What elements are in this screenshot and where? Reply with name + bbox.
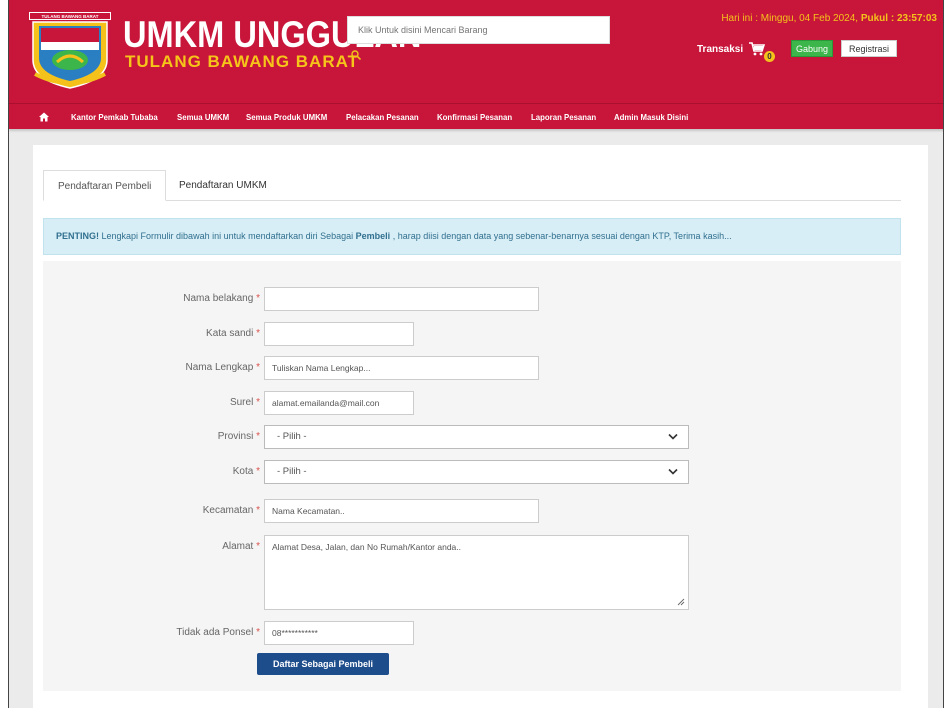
- kata-sandi-label: Kata sandi *: [206, 322, 260, 346]
- label-row-surel: Surel *: [43, 391, 260, 415]
- label-row-ponsel: Tidak ada Ponsel *: [43, 621, 260, 645]
- required-mark: *: [256, 627, 260, 638]
- nama-lengkap-label-text: Nama Lengkap: [185, 362, 254, 373]
- nama-belakang-input[interactable]: [264, 287, 539, 311]
- alamat-label: Alamat *: [222, 535, 260, 559]
- surel-input[interactable]: alamat.emailanda@mail.con: [264, 391, 414, 415]
- kota-label: Kota *: [233, 460, 260, 484]
- required-mark: *: [256, 541, 260, 552]
- tab-pendaftaran-pembeli[interactable]: Pendaftaran Pembeli: [43, 170, 167, 201]
- kecamatan-label-text: Kecamatan: [202, 505, 254, 516]
- chevron-down-icon: [668, 468, 678, 475]
- kecamatan-label: Kecamatan *: [203, 499, 260, 523]
- required-mark: *: [256, 505, 260, 516]
- label-row-kata-sandi: Kata sandi *: [43, 322, 260, 346]
- kota-selected-value: - Pilih -: [277, 466, 307, 477]
- required-mark: *: [256, 362, 260, 373]
- ponsel-input[interactable]: 08***********: [264, 621, 414, 645]
- label-row-alamat: Alamat *: [43, 535, 260, 559]
- buyer-form: Nama belakang * Kata sandi * Nama Lengka…: [43, 261, 901, 691]
- kota-label-text: Kota: [232, 466, 254, 477]
- search-input[interactable]: [348, 17, 609, 43]
- alert-strong: PENTING!: [56, 231, 100, 241]
- page-frame: TULANG BAWANG BARAT UMKM UNGGULAN TULANG…: [8, 0, 944, 708]
- daftar-pembeli-button[interactable]: Daftar Sebagai Pembeli: [257, 653, 389, 675]
- nama-belakang-label: Nama belakang *: [183, 287, 260, 311]
- brand-subtitle: TULANG BAWANG BARAT: [125, 52, 359, 71]
- label-row-provinsi: Provinsi *: [43, 425, 260, 449]
- alert-text-before: Lengkapi Formulir dibawah ini untuk mend…: [99, 231, 356, 241]
- registration-panel: Pendaftaran Pembeli Pendaftaran UMKM PEN…: [33, 145, 928, 708]
- ponsel-label: Tidak ada Ponsel *: [176, 621, 260, 645]
- label-row-nama-belakang: Nama belakang *: [43, 287, 260, 311]
- nav-item-semua-produk[interactable]: Semua Produk UMKM: [246, 112, 327, 122]
- info-alert: PENTING! Lengkapi Formulir dibawah ini u…: [43, 218, 901, 255]
- chevron-down-icon: [668, 433, 678, 440]
- home-icon[interactable]: [39, 112, 49, 122]
- surel-label: Surel *: [230, 391, 260, 415]
- required-mark: *: [256, 293, 260, 304]
- tab-pendaftaran-umkm[interactable]: Pendaftaran UMKM: [165, 170, 281, 201]
- required-mark: *: [256, 397, 260, 408]
- nama-lengkap-label: Nama Lengkap *: [185, 356, 260, 380]
- nav-item-semua-umkm[interactable]: Semua UMKM: [177, 112, 229, 122]
- alamat-label-text: Alamat: [222, 541, 254, 552]
- surel-label-text: Surel: [229, 397, 254, 408]
- required-mark: *: [256, 431, 260, 442]
- label-row-kota: Kota *: [43, 460, 260, 484]
- cart-count-badge: 0: [764, 51, 775, 62]
- nav-item-kantor-pemkab[interactable]: Kantor Pemkab Tubaba: [71, 112, 158, 122]
- regency-logo-icon[interactable]: TULANG BAWANG BARAT: [27, 10, 113, 90]
- gabung-button[interactable]: Gabung: [791, 40, 833, 57]
- provinsi-label: Provinsi *: [218, 425, 260, 449]
- cart-icon[interactable]: [749, 42, 765, 56]
- kata-sandi-input[interactable]: [264, 322, 414, 346]
- nama-lengkap-input[interactable]: Tuliskan Nama Lengkap...: [264, 356, 539, 380]
- required-mark: *: [256, 328, 260, 339]
- label-row-kecamatan: Kecamatan *: [43, 499, 260, 523]
- label-row-nama-lengkap: Nama Lengkap *: [43, 356, 260, 380]
- alert-strong-pembeli: Pembeli: [355, 231, 391, 241]
- site-header: TULANG BAWANG BARAT UMKM UNGGULAN TULANG…: [9, 0, 943, 103]
- provinsi-selected-value: - Pilih -: [277, 431, 307, 442]
- alamat-textarea[interactable]: Alamat Desa, Jalan, dan No Rumah/Kantor …: [264, 535, 689, 610]
- required-mark: *: [256, 466, 260, 477]
- time-text: Pukul : 23:57:03: [860, 13, 937, 24]
- ponsel-label-text: Tidak ada Ponsel: [176, 627, 254, 638]
- date-time-line: Hari ini : Minggu, 04 Feb 2024, Pukul : …: [721, 13, 937, 24]
- nav-items: Kantor Pemkab Tubaba Semua UMKM Semua Pr…: [71, 112, 707, 122]
- resize-grip-icon[interactable]: [677, 598, 685, 606]
- nav-item-pelacakan[interactable]: Pelacakan Pesanan: [346, 112, 419, 122]
- kecamatan-input[interactable]: Nama Kecamatan..: [264, 499, 539, 523]
- nama-belakang-label-text: Nama belakang: [183, 293, 254, 304]
- kota-select[interactable]: - Pilih -: [264, 460, 689, 484]
- date-text: Hari ini : Minggu, 04 Feb 2024,: [721, 13, 859, 24]
- tab-bar: Pendaftaran Pembeli Pendaftaran UMKM: [43, 170, 901, 201]
- kata-sandi-label-text: Kata sandi: [206, 328, 254, 339]
- logo-caption: TULANG BAWANG BARAT: [42, 14, 99, 19]
- search-icon[interactable]: [351, 50, 361, 60]
- provinsi-select[interactable]: - Pilih -: [264, 425, 689, 449]
- registrasi-button[interactable]: Registrasi: [841, 40, 897, 57]
- search-box: [347, 16, 610, 44]
- transaksi-link[interactable]: Transaksi: [697, 44, 743, 55]
- alamat-placeholder: Alamat Desa, Jalan, dan No Rumah/Kantor …: [272, 542, 461, 552]
- provinsi-label-text: Provinsi: [217, 431, 254, 442]
- alert-text-after: , harap diisi dengan data yang sebenar-b…: [390, 231, 732, 241]
- nav-item-admin[interactable]: Admin Masuk Disini: [614, 112, 688, 122]
- nav-item-laporan[interactable]: Laporan Pesanan: [531, 112, 596, 122]
- main-nav: Kantor Pemkab Tubaba Semua UMKM Semua Pr…: [9, 103, 943, 129]
- nav-item-konfirmasi[interactable]: Konfirmasi Pesanan: [437, 112, 512, 122]
